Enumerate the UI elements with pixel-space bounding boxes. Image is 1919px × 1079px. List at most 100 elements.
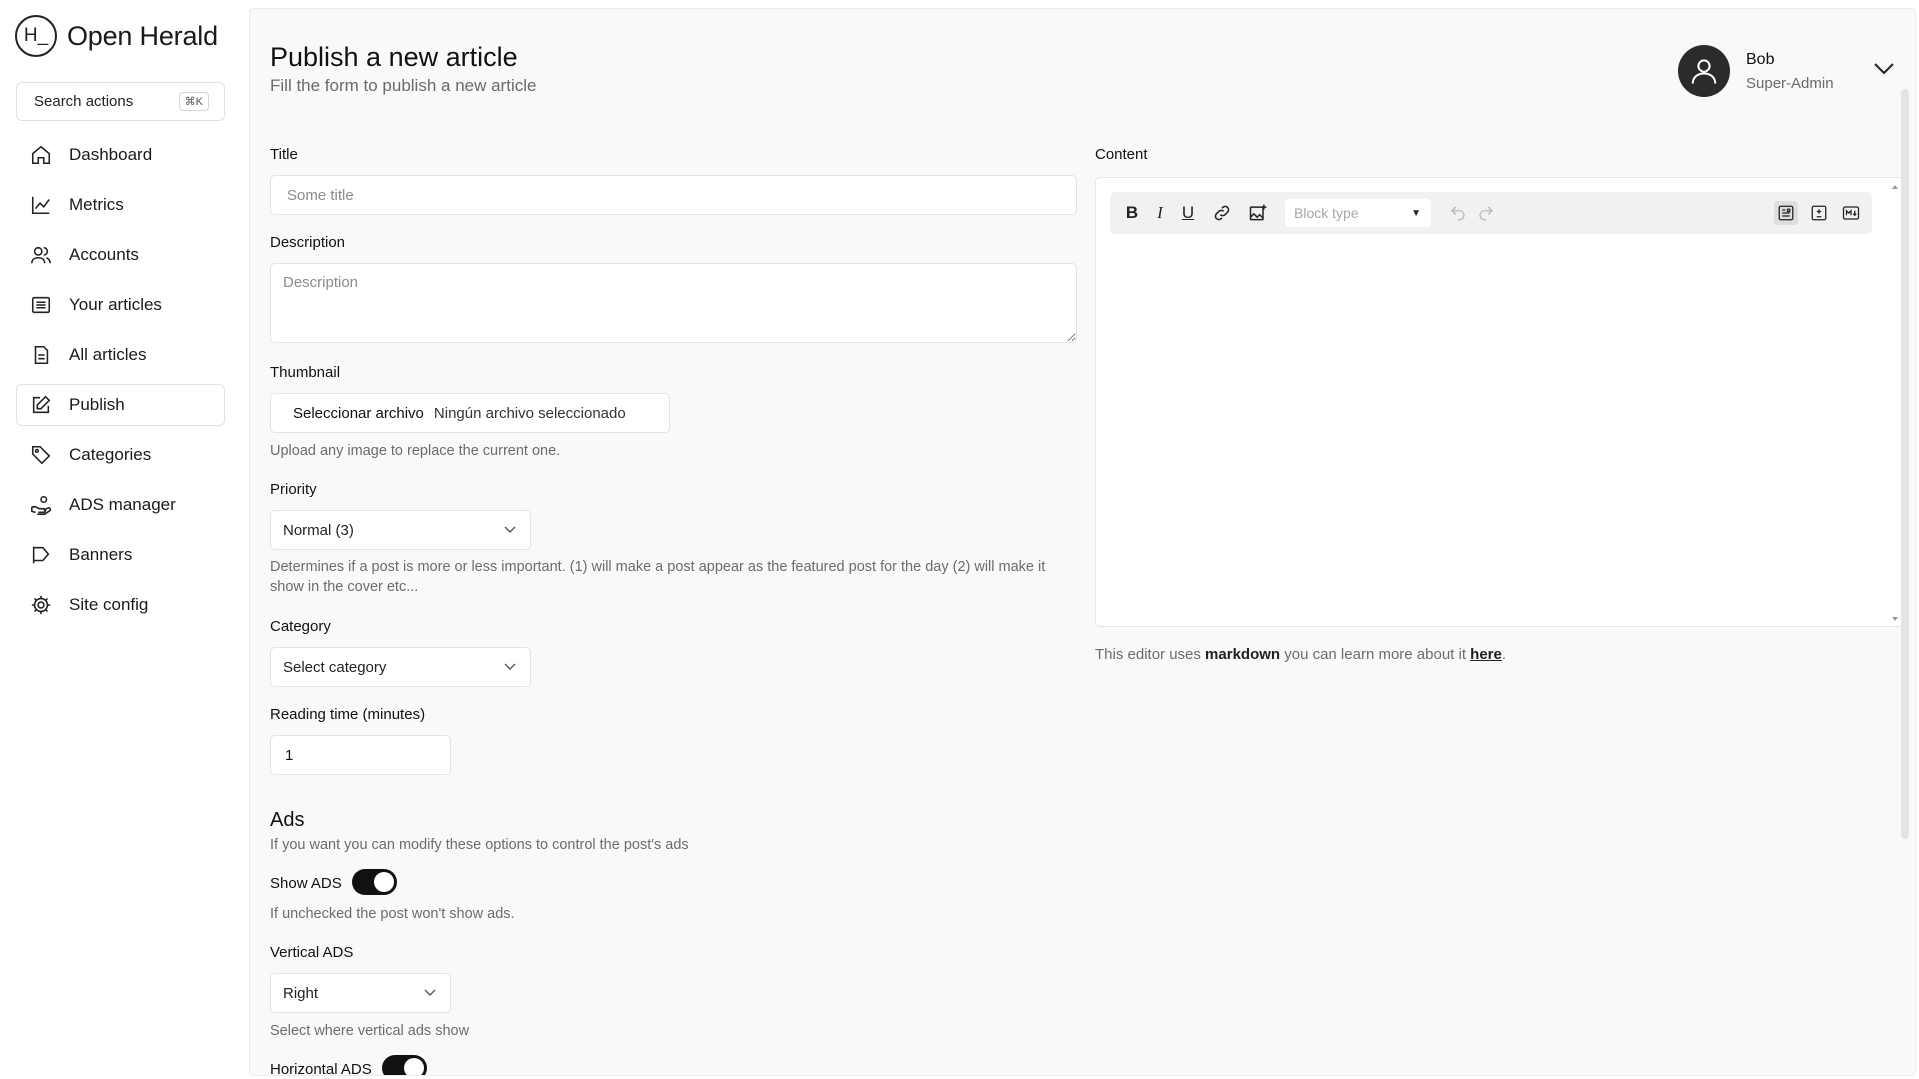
priority-select[interactable]: Normal (3) — [270, 510, 531, 550]
editor-note-prefix: This editor uses — [1095, 646, 1206, 663]
sidebar-item-publish[interactable]: Publish — [16, 384, 225, 426]
user-menu[interactable]: Bob Super-Admin — [1678, 45, 1895, 97]
avatar — [1678, 45, 1730, 97]
sidebar-item-label: Metrics — [69, 195, 124, 214]
ads-section-subtitle: If you want you can modify these options… — [270, 837, 689, 853]
italic-icon[interactable]: I — [1148, 201, 1172, 225]
sidebar-item-dashboard[interactable]: Dashboard — [16, 134, 225, 176]
category-label: Category — [270, 618, 331, 635]
description-field[interactable] — [270, 263, 1077, 343]
show-ads-toggle[interactable] — [352, 869, 397, 895]
sidebar-item-label: Your articles — [69, 295, 162, 314]
users-icon — [29, 243, 53, 267]
list-icon — [29, 293, 53, 317]
reading-time-label: Reading time (minutes) — [270, 706, 426, 723]
home-icon — [29, 143, 53, 167]
editor-note-suffix: . — [1501, 646, 1507, 663]
chevron-down-icon — [504, 663, 516, 670]
chevron-down-icon — [424, 989, 436, 996]
priority-hint: Determines if a post is more or less imp… — [270, 559, 1046, 595]
hand-coin-icon — [29, 493, 53, 517]
underline-icon[interactable]: U — [1176, 201, 1200, 225]
page-subtitle: Fill the form to publish a new article — [270, 76, 537, 95]
caret-down-icon: ▼ — [1411, 207, 1421, 219]
sidebar-item-categories[interactable]: Categories — [16, 434, 225, 476]
gear-icon — [29, 593, 53, 617]
block-type-select[interactable]: Block type ▼ — [1285, 199, 1431, 227]
content-label: Content — [1095, 146, 1148, 163]
ads-section-title: Ads — [270, 809, 305, 831]
markdown-source-icon[interactable] — [1839, 201, 1863, 225]
main-panel: Publish a new article Fill the form to p… — [249, 8, 1916, 1076]
vertical-ads-hint: Select where vertical ads show — [270, 1023, 470, 1039]
description-label: Description — [270, 234, 346, 251]
show-ads-label: Show ADS — [270, 875, 342, 892]
horizontal-ads-label: Horizontal ADS — [270, 1061, 372, 1076]
markdown-editor[interactable]: B I U Block type ▼ — [1095, 177, 1903, 627]
image-icon[interactable] — [1246, 201, 1270, 225]
sidebar-item-site-config[interactable]: Site config — [16, 584, 225, 626]
sidebar-item-ads-manager[interactable]: ADS manager — [16, 484, 225, 526]
sidebar-item-your-articles[interactable]: Your articles — [16, 284, 225, 326]
priority-label: Priority — [270, 481, 317, 498]
page-title: Publish a new article — [270, 42, 518, 72]
sidebar-item-label: Publish — [69, 395, 125, 414]
sidebar-item-label: ADS manager — [69, 495, 176, 514]
chevron-down-icon — [504, 526, 516, 533]
editor-note-markdown: markdown — [1205, 646, 1281, 663]
title-label: Title — [270, 146, 298, 163]
flag-icon — [29, 543, 53, 567]
sidebar-item-label: Banners — [69, 545, 133, 564]
category-select[interactable]: Select category — [270, 647, 531, 687]
page-scrollbar[interactable] — [1901, 89, 1909, 839]
sidebar-item-banners[interactable]: Banners — [16, 534, 225, 576]
sidebar-item-accounts[interactable]: Accounts — [16, 234, 225, 276]
sidebar-item-all-articles[interactable]: All articles — [16, 334, 225, 376]
choose-file-button[interactable]: Seleccionar archivo — [293, 405, 424, 422]
logo-icon: H_ — [15, 15, 57, 57]
toggle-knob — [374, 872, 394, 892]
rich-text-mode-icon[interactable] — [1774, 201, 1798, 225]
diff-mode-icon[interactable] — [1807, 201, 1831, 225]
reading-time-input[interactable] — [270, 735, 451, 775]
sidebar: H_ Open Herald Search actions ⌘K Dashboa… — [0, 0, 248, 1079]
redo-icon[interactable] — [1474, 201, 1498, 225]
editor-toolbar: B I U Block type ▼ — [1110, 192, 1872, 234]
editor-note: This editor uses markdown you can learn … — [1095, 646, 1506, 663]
user-icon — [1691, 59, 1717, 84]
sidebar-item-label: Site config — [69, 595, 149, 614]
shortcut-badge: ⌘K — [178, 92, 209, 111]
vertical-ads-select[interactable]: Right — [270, 973, 451, 1013]
sidebar-nav: Dashboard Metrics Accounts Your articles… — [16, 134, 225, 634]
selected-file-text: Ningún archivo seleccionado — [433, 404, 626, 422]
search-actions-button[interactable]: Search actions ⌘K — [16, 82, 225, 121]
title-input[interactable] — [270, 175, 1077, 215]
bold-icon[interactable]: B — [1120, 201, 1144, 225]
category-value: Select category — [283, 658, 387, 676]
sidebar-item-metrics[interactable]: Metrics — [16, 184, 225, 226]
edit-icon — [29, 393, 53, 417]
editor-scrollbar[interactable] — [1891, 183, 1899, 623]
user-name: Bob — [1746, 50, 1775, 68]
block-type-placeholder: Block type — [1294, 205, 1359, 221]
link-icon[interactable] — [1210, 201, 1234, 225]
priority-value: Normal (3) — [283, 521, 354, 539]
sidebar-item-label: Dashboard — [69, 145, 153, 164]
thumbnail-file-input[interactable]: Seleccionar archivo Ningún archivo selec… — [270, 393, 670, 433]
show-ads-hint: If unchecked the post won't show ads. — [270, 906, 515, 922]
files-icon — [29, 343, 53, 367]
thumbnail-label: Thumbnail — [270, 364, 341, 381]
editor-note-middle: you can learn more about it — [1280, 646, 1471, 663]
vertical-ads-label: Vertical ADS — [270, 944, 354, 961]
toggle-knob — [404, 1058, 424, 1075]
horizontal-ads-toggle[interactable] — [382, 1055, 427, 1075]
sidebar-item-label: Accounts — [69, 245, 139, 264]
markdown-help-link[interactable]: here — [1470, 646, 1502, 663]
logo[interactable]: H_ Open Herald — [15, 15, 218, 57]
undo-icon[interactable] — [1446, 201, 1470, 225]
user-info: Bob Super-Admin — [1746, 51, 1858, 92]
vertical-ads-value: Right — [283, 984, 319, 1002]
sidebar-item-label: Categories — [69, 445, 152, 464]
thumbnail-hint: Upload any image to replace the current … — [270, 443, 561, 459]
chevron-down-icon[interactable] — [1873, 62, 1895, 81]
